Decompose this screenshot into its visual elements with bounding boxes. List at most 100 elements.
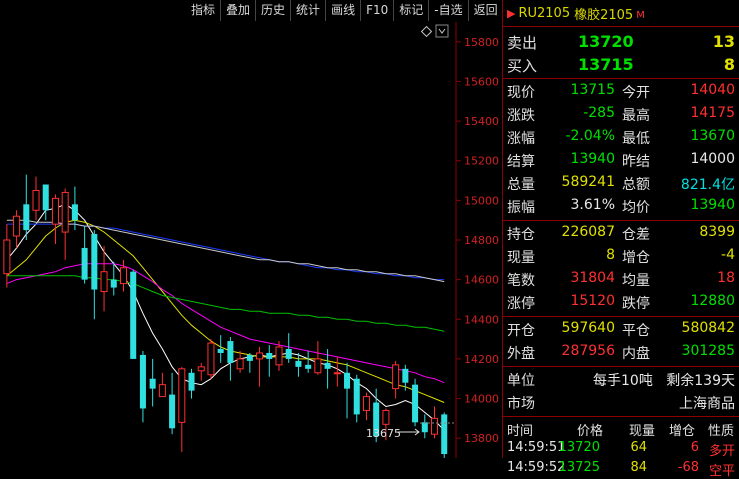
candle xyxy=(305,350,312,373)
toolbar-overlay-button[interactable]: 叠加 xyxy=(220,0,255,21)
price-axis-label: 15200 xyxy=(464,155,499,168)
candle xyxy=(61,188,69,260)
toolbar-mark-button[interactable]: 标记 xyxy=(393,0,428,21)
tick-volume: 84 xyxy=(630,460,647,475)
price-stat-label: 结算 xyxy=(507,154,535,170)
position-stat-row: 现量 8 增仓 -4 xyxy=(503,245,739,268)
price-axis-label: 15400 xyxy=(464,115,499,128)
order-book: 卖出 13720 13 买入 13715 8 xyxy=(503,27,739,79)
market-row: 市场 上海商品 xyxy=(503,391,739,414)
toolbar-draw-line-button[interactable]: 画线 xyxy=(325,0,360,21)
tick-nature: 多开 xyxy=(708,444,735,459)
price-stat-value: 13715 xyxy=(570,82,615,98)
ask-label: 卖出 xyxy=(507,34,538,52)
open-close-stat-value: 287956 xyxy=(561,343,615,359)
tick-oi: 6 xyxy=(690,440,699,455)
tick-nature: 空平 xyxy=(708,464,735,479)
open-close-stat-label: 平仓 xyxy=(622,323,650,339)
price-stat-row: 涨幅 -2.04% 最低 13670 xyxy=(503,126,739,149)
open-close-stat-label: 内盘 xyxy=(622,346,650,362)
price-stat-row: 现价 13715 今开 14040 xyxy=(503,80,739,103)
tick-row: 14:59:52 13725 84 -68 空平 xyxy=(503,458,739,479)
position-stat-label: 增仓 xyxy=(622,250,650,266)
candle xyxy=(32,176,40,221)
price-stat-value: 13940 xyxy=(570,151,615,167)
contract-code: RU2105 xyxy=(518,5,571,21)
price-stat-label: 振幅 xyxy=(507,200,535,216)
price-stat-label: 涨幅 xyxy=(507,131,535,147)
price-axis-label: 15800 xyxy=(464,36,499,49)
contract-info: 单位 每手10吨 剩余139天 市场 上海商品 xyxy=(503,367,739,417)
candle xyxy=(295,352,302,377)
price-stat-row: 涨跌 -285 最高 14175 xyxy=(503,103,739,126)
contract-mark: M xyxy=(636,9,645,21)
open-close-stat-row: 开仓 597640 平仓 580842 xyxy=(503,318,739,341)
bid-volume: 8 xyxy=(723,55,735,74)
price-stat-label: 最低 xyxy=(622,131,650,147)
price-axis-label: 14000 xyxy=(464,393,499,406)
kline-chart-area[interactable]: 指标 叠加 历史 统计 画线 F10 标记 -自选 返回 13800 14000 1… xyxy=(0,0,502,458)
price-axis: 13800 14000 14200 14400 14600 14800 15000 15200… xyxy=(456,36,499,445)
price-axis-label: 15000 xyxy=(464,194,499,207)
open-close-stat-value: 597640 xyxy=(561,320,615,336)
tick-header-nature: 性质 xyxy=(708,424,735,439)
candle xyxy=(441,412,448,458)
open-close-stat-value: 580842 xyxy=(681,320,735,336)
toolbar-indicator-button[interactable]: 指标 xyxy=(186,0,220,21)
tick-row: 14:59:51 13720 64 6 多开 xyxy=(503,438,739,459)
price-stat-value: 821.4亿 xyxy=(680,177,735,193)
open-close-stat-label: 外盘 xyxy=(507,346,535,362)
candle xyxy=(236,350,244,373)
tick-time: 14:59:52 xyxy=(507,460,566,475)
tick-volume: 64 xyxy=(630,440,647,455)
toolbar-history-button[interactable]: 历史 xyxy=(255,0,290,21)
price-stat-row: 振幅 3.61% 均价 13940 xyxy=(503,195,739,218)
tick-price: 13725 xyxy=(558,460,600,475)
position-stat-label: 仓差 xyxy=(622,227,650,243)
price-stat-label: 涨跌 xyxy=(507,108,535,124)
moving-average-line xyxy=(6,275,445,332)
ask-row[interactable]: 卖出 13720 13 xyxy=(503,30,739,53)
contract-header: ▶ RU2105 橡胶2105 M xyxy=(503,0,739,27)
price-axis-label: 14600 xyxy=(464,274,499,287)
position-stat-value: 31804 xyxy=(570,270,615,286)
position-stats: 持仓 226087 仓差 8399 现量 8 增仓 -4 笔数 31804 均量 18 涨停 15120 跌… xyxy=(503,221,739,317)
tick-list[interactable]: 时间 价格 现量 增仓 性质 14:59:51 13720 64 6 多开 14:59:5… xyxy=(503,417,739,479)
candle xyxy=(266,345,273,377)
toolbar-watchlist-button[interactable]: -自选 xyxy=(428,0,467,21)
price-axis-label: 14400 xyxy=(464,313,499,326)
tick-header-price: 价格 xyxy=(577,424,604,439)
diamond-icon[interactable] xyxy=(420,25,433,38)
position-stat-value: 12880 xyxy=(690,293,735,309)
toolbar-f10-button[interactable]: F10 xyxy=(360,0,393,21)
price-stat-value: -285 xyxy=(583,105,615,121)
candlestick-chart[interactable]: 13800 14000 14200 14400 14600 14800 15000 15200… xyxy=(0,22,502,458)
candle xyxy=(207,339,215,379)
bid-row[interactable]: 买入 13715 8 xyxy=(503,53,739,76)
candle xyxy=(227,337,234,381)
candle xyxy=(256,347,264,387)
candle xyxy=(149,358,156,407)
candle xyxy=(333,356,341,387)
moving-average-lines xyxy=(6,203,445,431)
open-close-stats: 开仓 597640 平仓 580842 外盘 287956 内盘 301285 xyxy=(503,317,739,367)
toolbar-statistics-button[interactable]: 统计 xyxy=(290,0,325,21)
chevron-down-icon[interactable] xyxy=(435,24,449,38)
candle xyxy=(51,194,59,244)
candle xyxy=(246,352,253,373)
position-stat-row: 笔数 31804 均量 18 xyxy=(503,268,739,291)
position-stat-row: 持仓 226087 仓差 8399 xyxy=(503,222,739,245)
caret-right-icon: ▶ xyxy=(507,6,516,20)
ask-price: 13720 xyxy=(578,32,634,51)
position-stat-value: 8 xyxy=(606,247,615,263)
toolbar-back-button[interactable]: 返回 xyxy=(467,0,503,21)
position-stat-label: 持仓 xyxy=(507,227,535,243)
price-stat-label: 今开 xyxy=(622,85,650,101)
candle xyxy=(412,378,419,427)
price-axis-label: 14800 xyxy=(464,234,499,247)
price-stat-label: 总量 xyxy=(507,177,535,193)
candle xyxy=(285,333,292,363)
contract-name: 橡胶2105 xyxy=(574,7,634,23)
price-stat-label: 总额 xyxy=(622,177,650,193)
candle xyxy=(81,226,88,284)
